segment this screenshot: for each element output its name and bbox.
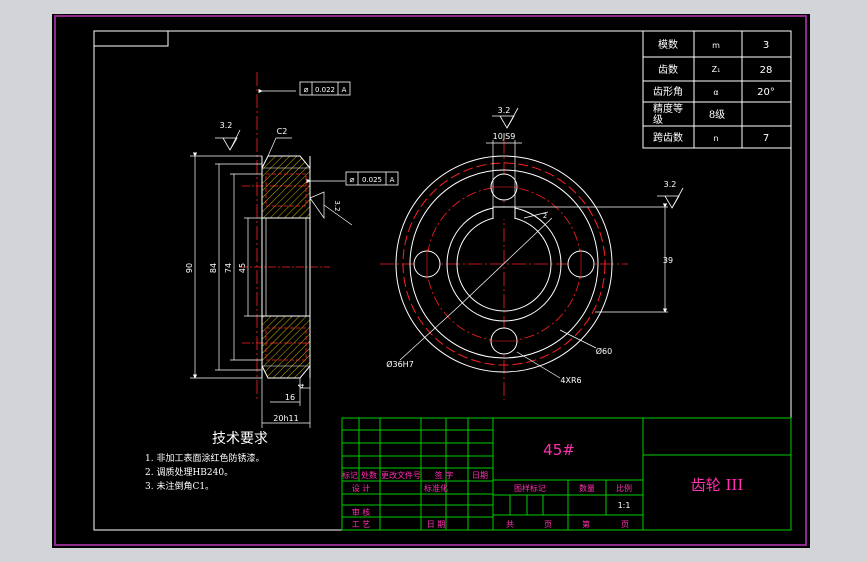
param-val-1: 28 bbox=[760, 65, 773, 76]
tol1-symbol: ⌀ bbox=[304, 85, 309, 94]
tol2-symbol: ⌀ bbox=[350, 175, 355, 184]
tb-total: 共 bbox=[506, 520, 514, 529]
tb-date: 日期 bbox=[472, 471, 488, 480]
tb-nth: 第 bbox=[582, 519, 590, 529]
holes-label: 4XR6 bbox=[560, 376, 581, 385]
param-sym-4: n bbox=[713, 134, 718, 143]
tb-count: 处数 bbox=[361, 470, 377, 480]
param-name-3a: 精度等 bbox=[653, 102, 683, 115]
param-name-4: 跨齿数 bbox=[653, 131, 683, 144]
tol2-ref: A bbox=[390, 176, 395, 184]
dim-4: 4 bbox=[297, 383, 306, 388]
tb-date2: 日 期 bbox=[427, 520, 446, 529]
chamfer-label: C2 bbox=[277, 127, 288, 136]
tol2-value: 0.025 bbox=[362, 176, 382, 184]
drawing-viewport: 模数 m 3 齿数 Z₁ 28 齿形角 α 20° 精度等 级 8级 跨齿数 n… bbox=[52, 14, 810, 548]
roughness-label-right: 3.2 bbox=[664, 180, 677, 189]
tol1-ref: A bbox=[342, 86, 347, 94]
tb-standard: 标准化 bbox=[424, 483, 448, 493]
param-name-3b: 级 bbox=[653, 114, 663, 126]
keyway-label: 10JS9 bbox=[493, 132, 516, 141]
bore-label: Ø36H7 bbox=[386, 359, 414, 369]
tb-mark: 标记 bbox=[342, 470, 358, 480]
dim-16: 16 bbox=[285, 393, 295, 402]
tb-sign: 签 字 bbox=[435, 470, 454, 480]
tech-title: 技术要求 bbox=[212, 431, 268, 447]
tb-weight: 数量 bbox=[579, 483, 595, 493]
tb-review: 审 核 bbox=[352, 507, 371, 517]
tb-scale: 比例 bbox=[616, 483, 632, 493]
pitch-label: Ø60 bbox=[596, 346, 612, 356]
roughness-label-side: 3.2 bbox=[333, 200, 341, 211]
param-name-2: 齿形角 bbox=[653, 86, 683, 98]
param-val-2: 20° bbox=[757, 87, 775, 98]
tech-item-0: 1. 非加工表面涂红色防锈漆。 bbox=[145, 452, 264, 464]
tech-item-1: 2. 调质处理HB240。 bbox=[145, 466, 233, 478]
dim-74: 74 bbox=[224, 263, 233, 273]
roughness-label-top: 3.2 bbox=[498, 106, 511, 115]
tb-process: 工 艺 bbox=[352, 520, 371, 529]
tb-material: 45# bbox=[543, 441, 575, 459]
roughness-label-1: 3.2 bbox=[220, 121, 233, 130]
tb-scale-val: 1:1 bbox=[618, 501, 631, 510]
tb-page2: 页 bbox=[621, 520, 629, 529]
dim-84: 84 bbox=[209, 263, 218, 273]
dim-39: 39 bbox=[663, 256, 673, 265]
dim-20h11: 20h11 bbox=[273, 414, 298, 423]
tb-change-doc: 更改文件号 bbox=[381, 470, 421, 480]
tech-item-2: 3. 未注倒角C1。 bbox=[145, 480, 214, 492]
param-sym-3: 8级 bbox=[709, 109, 725, 121]
param-sym-1: Z₁ bbox=[712, 65, 721, 74]
tb-design: 设 计 bbox=[352, 483, 371, 493]
param-val-0: 3 bbox=[763, 40, 769, 51]
param-name-0: 模数 bbox=[658, 38, 678, 51]
param-sym-2: α bbox=[713, 88, 718, 97]
tol1-value: 0.022 bbox=[315, 86, 335, 94]
param-name-1: 齿数 bbox=[658, 63, 678, 76]
dim-45: 45 bbox=[238, 263, 247, 273]
angle-label: 2 bbox=[543, 212, 547, 220]
tb-stage-mark: 图样标记 bbox=[514, 483, 546, 493]
tb-part-name: 齿轮 III bbox=[691, 476, 744, 494]
dim-90: 90 bbox=[185, 263, 194, 273]
param-sym-0: m bbox=[712, 41, 720, 50]
param-val-4: 7 bbox=[763, 133, 769, 144]
tb-page1: 页 bbox=[544, 520, 552, 529]
